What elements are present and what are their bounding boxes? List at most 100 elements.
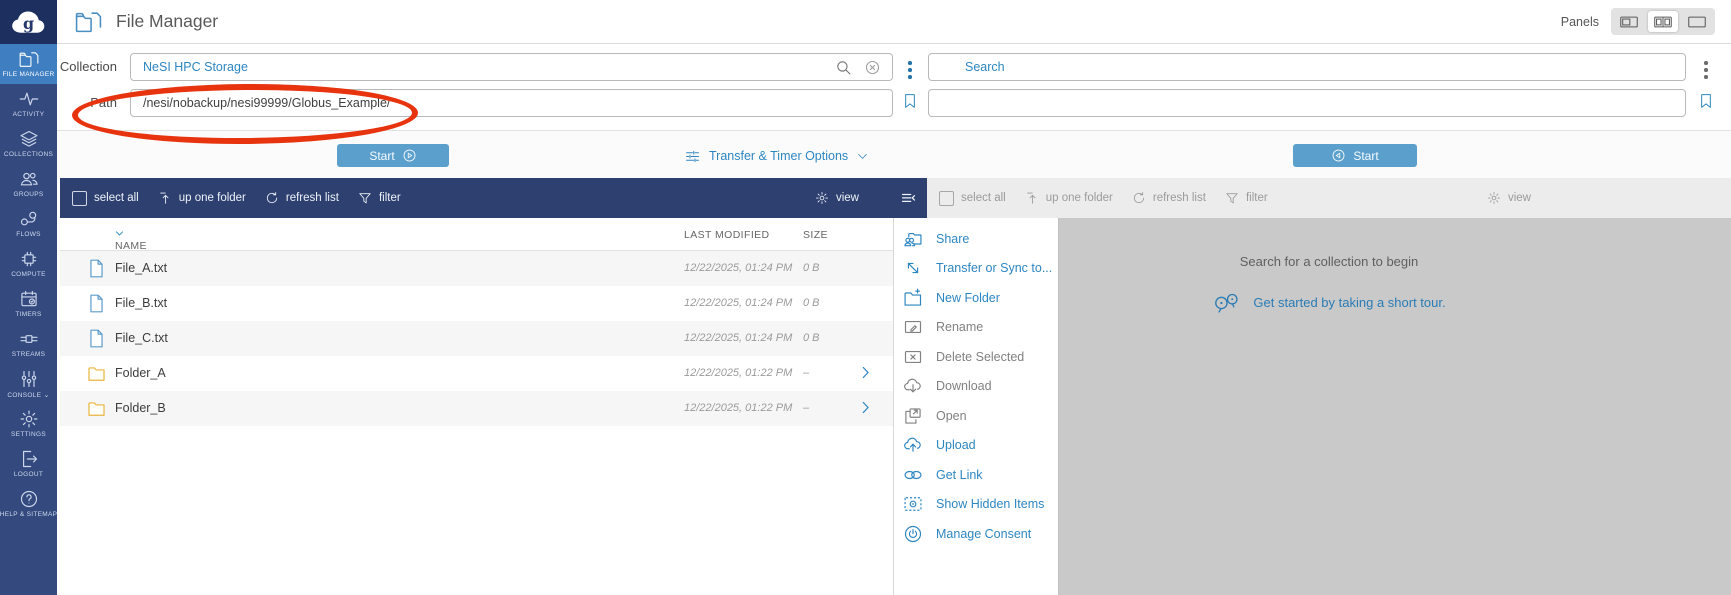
sidebar-item-groups[interactable]: GROUPS: [0, 164, 57, 204]
menu-item-open[interactable]: Open: [894, 401, 1058, 431]
item-size: –: [803, 402, 809, 414]
open-folder-chevron-icon[interactable]: [858, 365, 873, 380]
dual-panel-button[interactable]: [1648, 11, 1678, 32]
collections-icon: [19, 129, 39, 149]
file-icon: [87, 329, 106, 348]
sidebar-item-file-manager[interactable]: FILE MANAGER: [0, 44, 57, 84]
empty-state: Search for a collection to begin Get sta…: [1059, 254, 1599, 319]
filter-button[interactable]: filter: [358, 191, 401, 205]
up-arrow-icon: [158, 191, 172, 205]
bookmark-icon[interactable]: [1698, 90, 1714, 112]
menu-item-manage-consent[interactable]: Manage Consent: [894, 519, 1058, 549]
column-name[interactable]: NAME: [115, 229, 124, 238]
refresh-icon: [265, 191, 279, 205]
empty-message: Search for a collection to begin: [1059, 254, 1599, 269]
content: NAME LAST MODIFIED SIZE File_A.txt 12/22…: [57, 218, 1731, 595]
svg-text:g: g: [22, 14, 33, 33]
row-file-c-txt[interactable]: File_C.txt 12/22/2025, 01:24 PM 0 B: [60, 321, 893, 356]
sidebar-item-timers[interactable]: TIMERS: [0, 284, 57, 324]
start-transfer-left-button[interactable]: Start: [337, 144, 449, 167]
clear-collection-icon[interactable]: [864, 59, 881, 76]
sidebar-item-logout[interactable]: LOGOUT: [0, 444, 57, 484]
file-icon: [87, 294, 106, 313]
menu-item-rename[interactable]: Rename: [894, 313, 1058, 343]
panels-control: Panels: [1561, 8, 1715, 35]
row-folder-a[interactable]: Folder_A 12/22/2025, 01:22 PM –: [60, 356, 893, 391]
globus-file-manager: g FILE MANAGER ACTIVITY COLLECTIONS GROU…: [0, 0, 1731, 595]
path-input[interactable]: [130, 89, 893, 117]
sidebar-item-flows[interactable]: FLOWS: [0, 204, 57, 244]
menu-item-upload[interactable]: Upload: [894, 431, 1058, 461]
collection-options-menu-button[interactable]: [904, 57, 916, 83]
sidebar-item-collections[interactable]: COLLECTIONS: [0, 124, 57, 164]
streams-icon: [19, 329, 39, 349]
item-last-modified: 12/22/2025, 01:24 PM: [684, 332, 792, 344]
path-label: Path: [57, 95, 117, 110]
bookmark-icon[interactable]: [902, 90, 918, 112]
item-size: –: [803, 367, 809, 379]
filter-button-disabled: filter: [1225, 191, 1268, 205]
globus-logo[interactable]: g: [0, 0, 57, 44]
item-last-modified: 12/22/2025, 01:22 PM: [684, 367, 792, 379]
select-all-button-disabled: select all: [939, 191, 1006, 206]
search-icon[interactable]: [835, 59, 852, 76]
search-collection-input[interactable]: [928, 53, 1686, 81]
single-panel-button[interactable]: [1614, 11, 1644, 32]
sidebar-item-compute[interactable]: COMPUTE: [0, 244, 57, 284]
select-all-button[interactable]: select all: [72, 191, 139, 206]
wide-panel-button[interactable]: [1682, 11, 1712, 32]
refresh-list-button[interactable]: refresh list: [265, 191, 339, 205]
transfer-timer-options[interactable]: Transfer & Timer Options: [685, 145, 868, 167]
sidebar-item-console[interactable]: CONSOLE: [0, 364, 57, 404]
sidebar-item-activity[interactable]: ACTIVITY: [0, 84, 57, 124]
search-options-menu-button[interactable]: [1700, 57, 1712, 83]
collection-input[interactable]: [130, 53, 893, 81]
sidebar-item-help-sitemap[interactable]: HELP & SITEMAP: [0, 484, 57, 524]
action-menu: Share Transfer or Sync to... New Folder …: [894, 218, 1059, 595]
groups-icon: [19, 169, 39, 189]
row-file-a-txt[interactable]: File_A.txt 12/22/2025, 01:24 PM 0 B: [60, 251, 893, 286]
menu-item-transfer-or-sync-to[interactable]: Transfer or Sync to...: [894, 254, 1058, 284]
tour-link[interactable]: Get started by taking a short tour.: [1212, 291, 1445, 314]
up-arrow-icon: [1025, 191, 1039, 205]
right-collection-panel: Search for a collection to begin Get sta…: [1059, 218, 1731, 595]
chevron-down-icon: [857, 151, 868, 162]
column-size[interactable]: SIZE: [803, 229, 828, 241]
item-name: File_C.txt: [115, 331, 168, 345]
console-icon: [19, 369, 39, 389]
right-path-input[interactable]: [928, 89, 1686, 117]
menu-item-new-folder[interactable]: New Folder: [894, 283, 1058, 313]
filter-icon: [1225, 191, 1239, 205]
column-last-modified[interactable]: LAST MODIFIED: [684, 229, 770, 241]
menu-item-share[interactable]: Share: [894, 224, 1058, 254]
sidebar-item-settings[interactable]: SETTINGS: [0, 404, 57, 444]
collapse-menu-button[interactable]: [900, 191, 917, 206]
file-manager-icon: [75, 10, 102, 33]
panel-layout-toggle: [1611, 8, 1715, 35]
up-one-folder-button[interactable]: up one folder: [158, 191, 246, 205]
refresh-list-button-disabled: refresh list: [1132, 191, 1206, 205]
item-size: 0 B: [803, 262, 820, 274]
compute-icon: [19, 249, 39, 269]
menu-item-show-hidden-items[interactable]: Show Hidden Items: [894, 490, 1058, 520]
folder-icon: [87, 364, 106, 383]
menu-item-get-link[interactable]: Get Link: [894, 460, 1058, 490]
view-button[interactable]: view: [815, 191, 859, 205]
gear-icon: [815, 191, 829, 205]
item-size: 0 B: [803, 332, 820, 344]
open-folder-chevron-icon[interactable]: [858, 400, 873, 415]
timers-icon: [19, 289, 39, 309]
sidebar-item-streams[interactable]: STREAMS: [0, 324, 57, 364]
menu-item-download[interactable]: Download: [894, 372, 1058, 402]
row-file-b-txt[interactable]: File_B.txt 12/22/2025, 01:24 PM 0 B: [60, 286, 893, 321]
file-icon: [87, 259, 106, 278]
start-transfer-right-button[interactable]: Start: [1293, 144, 1417, 167]
select-all-checkbox[interactable]: [72, 191, 87, 206]
tour-icon: [1212, 291, 1244, 314]
menu-item-delete-selected[interactable]: Delete Selected: [894, 342, 1058, 372]
view-button-disabled: view: [1487, 191, 1531, 205]
get-link-icon: [900, 465, 926, 485]
item-name: File_B.txt: [115, 296, 167, 310]
row-folder-b[interactable]: Folder_B 12/22/2025, 01:22 PM –: [60, 391, 893, 426]
sidebar-nav: FILE MANAGER ACTIVITY COLLECTIONS GROUPS…: [0, 44, 57, 524]
